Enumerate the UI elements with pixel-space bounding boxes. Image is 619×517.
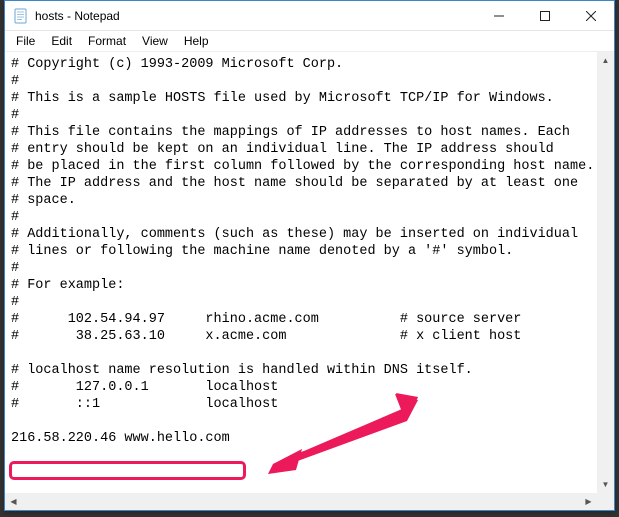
scroll-down-icon[interactable]: ▼ — [597, 476, 614, 493]
scrollbar-corner — [597, 493, 614, 510]
menu-format[interactable]: Format — [81, 33, 133, 49]
titlebar[interactable]: hosts - Notepad — [5, 1, 614, 31]
vertical-scrollbar[interactable]: ▲ ▼ — [597, 52, 614, 493]
editor-area: # Copyright (c) 1993-2009 Microsoft Corp… — [5, 51, 614, 510]
close-button[interactable] — [568, 1, 614, 30]
menubar: File Edit Format View Help — [5, 31, 614, 51]
window-title: hosts - Notepad — [35, 9, 476, 23]
minimize-button[interactable] — [476, 1, 522, 30]
scroll-right-icon[interactable]: ▶ — [580, 493, 597, 510]
scroll-up-icon[interactable]: ▲ — [597, 52, 614, 69]
text-editor[interactable]: # Copyright (c) 1993-2009 Microsoft Corp… — [5, 52, 614, 510]
notepad-icon — [13, 8, 29, 24]
menu-edit[interactable]: Edit — [44, 33, 79, 49]
window-controls — [476, 1, 614, 30]
menu-view[interactable]: View — [135, 33, 175, 49]
menu-file[interactable]: File — [9, 33, 42, 49]
menu-help[interactable]: Help — [177, 33, 216, 49]
maximize-button[interactable] — [522, 1, 568, 30]
horizontal-scrollbar[interactable]: ◀ ▶ — [5, 493, 597, 510]
scroll-left-icon[interactable]: ◀ — [5, 493, 22, 510]
notepad-window: hosts - Notepad File Edit Format View He… — [4, 0, 615, 511]
